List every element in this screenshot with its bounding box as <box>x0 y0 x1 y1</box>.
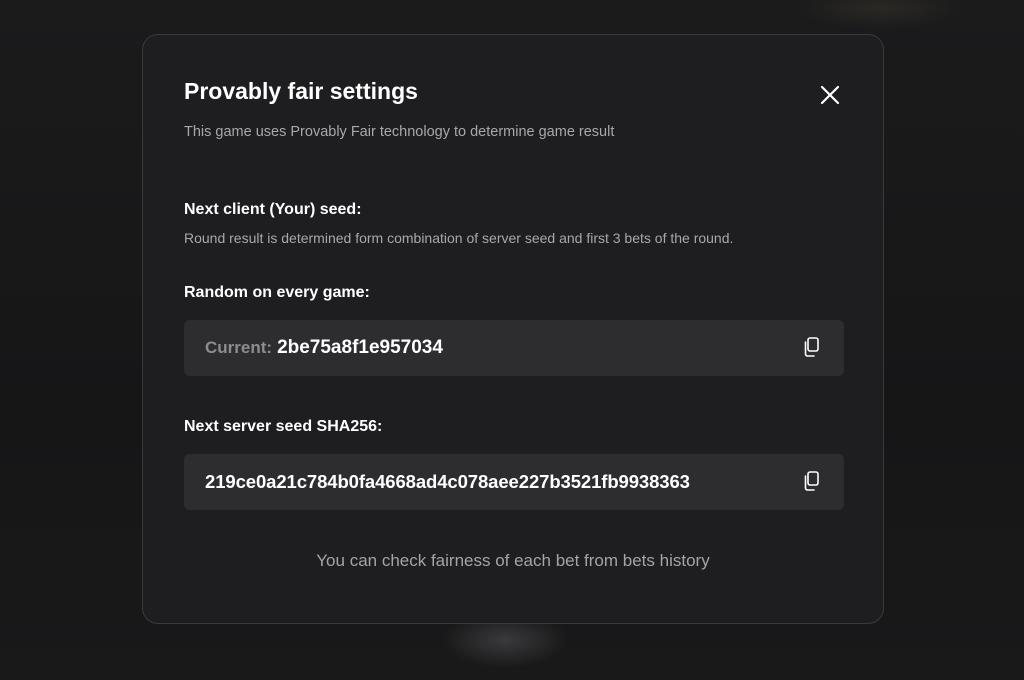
current-client-seed-text: Current: 2be75a8f1e957034 <box>205 320 443 376</box>
random-mode-label: Random on every game: <box>184 284 370 301</box>
fairness-footer-note: You can check fairness of each bet from … <box>316 551 710 570</box>
provably-fair-dialog: Provably fair settings This game uses Pr… <box>142 34 884 624</box>
current-client-seed-field: Current: 2be75a8f1e957034 <box>184 320 844 376</box>
dialog-title: Provably fair settings <box>184 78 418 104</box>
server-seed-value: 219ce0a21c784b0fa4668ad4c078aee227b3521f… <box>205 471 690 492</box>
copy-icon <box>804 471 819 491</box>
client-seed-heading: Next client (Your) seed: <box>184 201 362 218</box>
copy-icon <box>804 337 819 357</box>
next-server-seed-text: 219ce0a21c784b0fa4668ad4c078aee227b3521f… <box>205 454 690 510</box>
dialog-subtitle: This game uses Provably Fair technology … <box>184 124 615 140</box>
client-seed-description: Round result is determined form combinat… <box>184 230 734 246</box>
copy-server-seed-button[interactable] <box>801 469 823 493</box>
current-seed-value: 2be75a8f1e957034 <box>277 337 443 358</box>
current-seed-label: Current: <box>205 338 273 357</box>
copy-client-seed-button[interactable] <box>801 335 823 359</box>
close-icon <box>820 85 840 105</box>
close-button[interactable] <box>816 81 844 109</box>
server-seed-heading: Next server seed SHA256: <box>184 418 383 435</box>
next-server-seed-field: 219ce0a21c784b0fa4668ad4c078aee227b3521f… <box>184 454 844 510</box>
